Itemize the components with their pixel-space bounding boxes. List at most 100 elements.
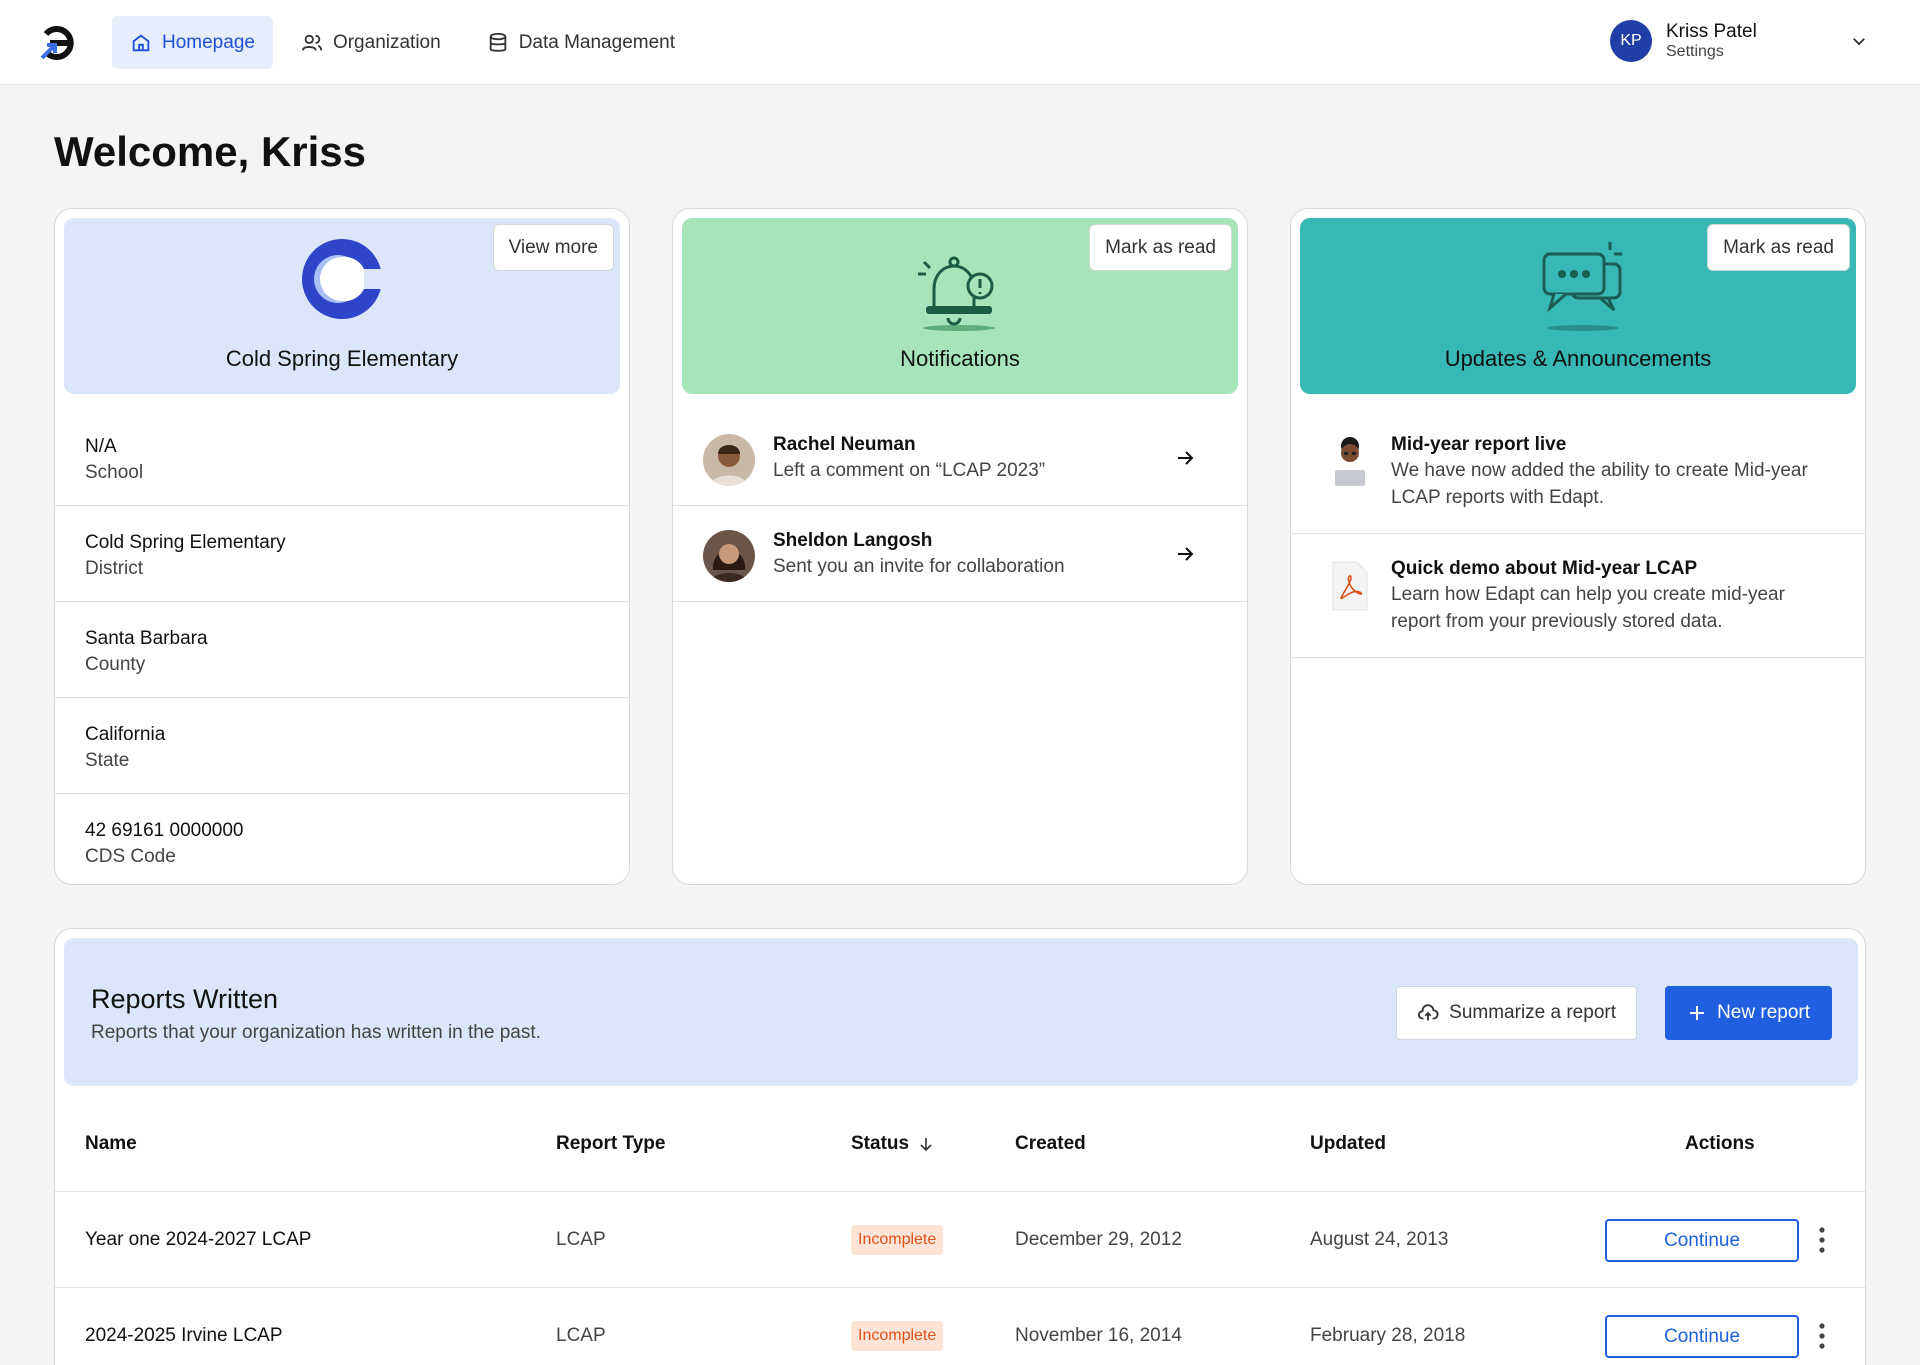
notification-text: Sheldon Langosh Sent you an invite for c…	[773, 530, 1065, 578]
arrow-right-icon[interactable]	[1175, 544, 1195, 564]
database-icon	[489, 32, 506, 52]
info-value: 42 69161 0000000	[85, 820, 244, 841]
bell-icon	[918, 256, 995, 331]
top-navigation-bar: Homepage Organization Data Management KP…	[0, 0, 1920, 85]
notification-message: Left a comment on “LCAP 2023”	[773, 460, 1046, 481]
report-created: December 29, 2012	[1015, 1228, 1182, 1250]
page-title: Welcome, Kriss	[54, 128, 367, 175]
info-label: School	[85, 462, 144, 483]
report-type: LCAP	[556, 1324, 606, 1346]
avatar: KP	[1610, 20, 1652, 62]
main-nav: Homepage Organization Data Management	[112, 16, 693, 69]
report-name: 2024-2025 Irvine LCAP	[85, 1324, 283, 1346]
view-more-button[interactable]: View more	[492, 224, 614, 271]
school-info-list: N/A School Cold Spring Elementary Distri…	[55, 410, 629, 884]
brand-logo-icon[interactable]	[38, 22, 78, 62]
notification-item[interactable]: Sheldon Langosh Sent you an invite for c…	[673, 506, 1247, 602]
user-menu[interactable]: KP Kriss Patel Settings	[1610, 20, 1868, 62]
announcement-body: We have now added the ability to create …	[1391, 460, 1808, 508]
info-label: District	[85, 558, 144, 579]
info-label: CDS Code	[85, 846, 176, 867]
status-cell: Incomplete	[851, 1192, 944, 1287]
info-value: California	[85, 724, 166, 745]
info-row: N/A School	[55, 410, 629, 506]
arrow-right-icon[interactable]	[1175, 448, 1195, 468]
announcement-title: Quick demo about Mid-year LCAP	[1391, 558, 1698, 580]
column-header-actions: Actions	[1685, 1132, 1755, 1154]
chat-bubbles-icon	[1542, 242, 1622, 331]
column-header-name[interactable]: Name	[85, 1086, 137, 1191]
column-header-updated[interactable]: Updated	[1310, 1086, 1386, 1191]
notification-sender: Sheldon Langosh	[773, 530, 933, 551]
report-type: LCAP	[556, 1228, 606, 1250]
notification-message: Sent you an invite for collaboration	[773, 556, 1065, 577]
info-row: Santa Barbara County	[55, 602, 629, 698]
home-icon	[132, 34, 150, 51]
column-header-created[interactable]: Created	[1015, 1086, 1086, 1191]
report-updated: August 24, 2013	[1310, 1228, 1449, 1250]
new-report-button[interactable]: New report	[1665, 986, 1832, 1040]
new-report-label: New report	[1717, 1002, 1810, 1023]
cloud-upload-icon	[1418, 1004, 1439, 1021]
announcement-body: Learn how Edapt can help you create mid-…	[1391, 584, 1785, 632]
more-options-icon[interactable]	[1817, 1322, 1827, 1350]
nav-organization[interactable]: Organization	[283, 16, 459, 69]
updates-card-header: Updates & Announcements Mark as read	[1300, 218, 1856, 394]
table-header: Name Report Type Status Created Updated …	[55, 1086, 1865, 1192]
school-card-header: Cold Spring Elementary View more	[64, 218, 620, 394]
info-label: County	[85, 654, 146, 675]
notification-text: Rachel Neuman Left a comment on “LCAP 20…	[773, 434, 1045, 482]
nav-label: Data Management	[518, 31, 676, 53]
nav-homepage[interactable]: Homepage	[112, 16, 273, 69]
table-row[interactable]: Year one 2024-2027 LCAP LCAP Incomplete …	[55, 1192, 1865, 1288]
plus-icon	[1690, 1006, 1705, 1020]
pdf-file-icon	[1332, 561, 1368, 611]
report-updated: February 28, 2018	[1310, 1324, 1466, 1346]
status-badge: Incomplete	[851, 1320, 944, 1351]
updates-card: Updates & Announcements Mark as read Mid…	[1290, 208, 1866, 885]
notification-sender: Rachel Neuman	[773, 434, 916, 455]
reports-table: Name Report Type Status Created Updated …	[55, 1086, 1865, 1365]
report-created: November 16, 2014	[1015, 1324, 1182, 1346]
continue-button[interactable]: Continue	[1605, 1315, 1799, 1358]
reports-panel: Reports Written Reports that your organi…	[54, 928, 1866, 1365]
continue-button[interactable]: Continue	[1605, 1219, 1799, 1262]
more-options-icon[interactable]	[1817, 1226, 1827, 1254]
announcement-item[interactable]: Quick demo about Mid-year LCAP Learn how…	[1291, 534, 1865, 659]
nav-label: Organization	[332, 31, 441, 53]
notifications-title: Notifications	[900, 346, 1020, 371]
report-name: Year one 2024-2027 LCAP	[85, 1228, 312, 1250]
column-header-label: Status	[851, 1132, 910, 1154]
table-row[interactable]: 2024-2025 Irvine LCAP LCAP Incomplete No…	[55, 1288, 1865, 1365]
user-name: Kriss Patel	[1666, 20, 1757, 42]
avatar	[703, 434, 755, 486]
info-row: California State	[55, 698, 629, 794]
status-cell: Incomplete	[851, 1288, 944, 1365]
announcement-title: Mid-year report live	[1391, 434, 1567, 455]
updates-title: Updates & Announcements	[1444, 346, 1712, 371]
users-icon	[301, 34, 323, 51]
chevron-down-icon[interactable]	[1850, 32, 1868, 50]
person-laptop-icon	[1335, 437, 1365, 486]
announcement-item[interactable]: Mid-year report live We have now added t…	[1291, 410, 1865, 535]
nav-data-management[interactable]: Data Management	[469, 16, 693, 69]
summarize-label: Summarize a report	[1449, 1002, 1616, 1023]
school-logo-icon	[302, 239, 382, 319]
mark-as-read-button[interactable]: Mark as read	[1707, 224, 1850, 271]
school-name: Cold Spring Elementary	[225, 346, 459, 371]
column-header-type[interactable]: Report Type	[556, 1086, 665, 1191]
info-value: Cold Spring Elementary	[85, 532, 286, 553]
reports-header: Reports Written Reports that your organi…	[64, 938, 1858, 1086]
updates-list: Mid-year report live We have now added t…	[1291, 410, 1865, 659]
school-card: Cold Spring Elementary View more N/A Sch…	[54, 208, 630, 885]
sort-down-icon[interactable]	[917, 1135, 935, 1153]
column-header-status[interactable]: Status	[851, 1086, 935, 1191]
reports-subtitle: Reports that your organization has writt…	[91, 1022, 541, 1043]
notifications-card-header: Notifications Mark as read	[682, 218, 1238, 394]
summarize-report-button[interactable]: Summarize a report	[1396, 986, 1637, 1040]
notification-item[interactable]: Rachel Neuman Left a comment on “LCAP 20…	[673, 410, 1247, 506]
avatar	[703, 530, 755, 582]
mark-as-read-button[interactable]: Mark as read	[1089, 224, 1232, 271]
notifications-card: Notifications Mark as read Rachel Neuman…	[672, 208, 1248, 885]
info-value: N/A	[85, 436, 117, 457]
